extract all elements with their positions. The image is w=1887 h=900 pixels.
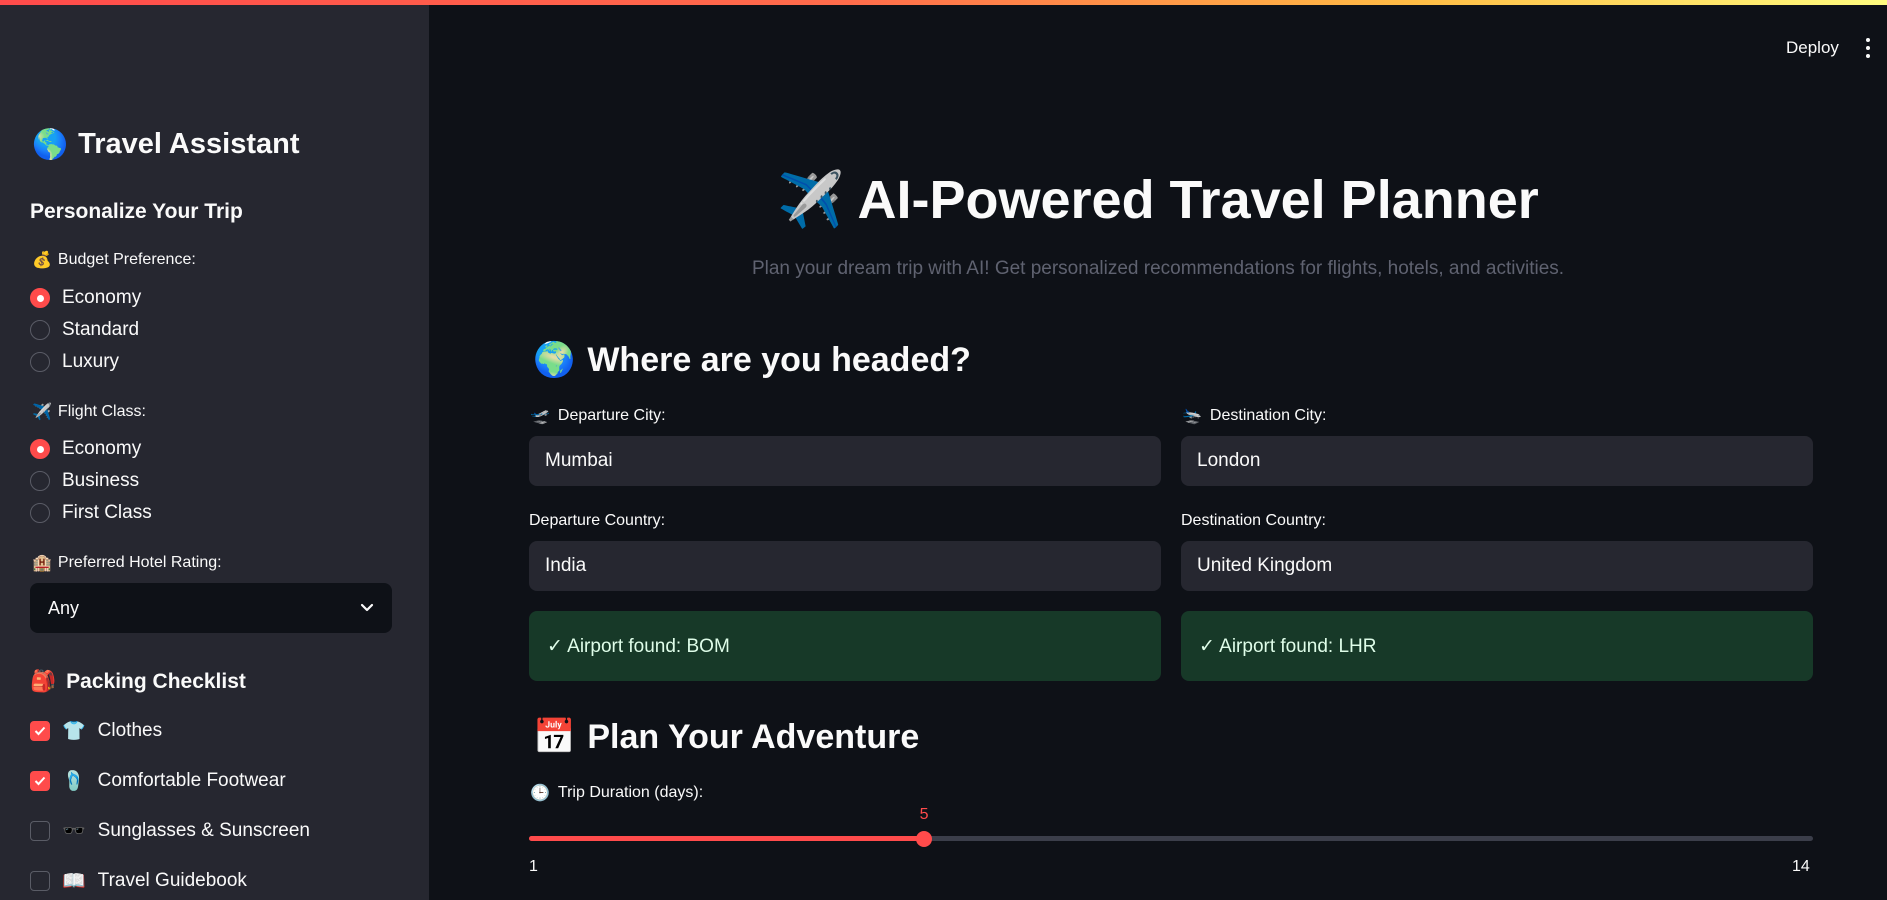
budget-option-economy[interactable]: Economy [30, 287, 141, 309]
checkbox-label: Comfortable Footwear [97, 769, 286, 791]
flight-class-label-text: Flight Class: [57, 402, 146, 420]
packing-item-sunglasses[interactable]: 🕶️ Sunglasses & Sunscreen [30, 819, 310, 842]
page-subtitle: Plan your dream trip with AI! Get person… [751, 258, 1565, 279]
budget-option-standard[interactable]: Standard [30, 319, 139, 341]
hotel-rating-label: 🏨 Preferred Hotel Rating: [32, 553, 222, 572]
radio-icon[interactable] [30, 352, 50, 372]
radio-icon[interactable] [30, 471, 50, 491]
radio-label: Economy [62, 287, 142, 308]
radio-icon[interactable] [30, 503, 50, 523]
flight-option-first-class[interactable]: First Class [30, 502, 152, 524]
packing-item-guidebook[interactable]: 📖 Travel Guidebook [30, 869, 247, 892]
main-menu-icon[interactable] [1865, 38, 1871, 58]
shirt-icon: 👕 [62, 720, 86, 742]
page-title-text: AI-Powered Travel Planner [857, 170, 1539, 230]
sunglasses-icon: 🕶️ [62, 820, 86, 842]
plan-heading-text: Plan Your Adventure [587, 717, 920, 756]
radio-label: First Class [62, 502, 152, 523]
page-title: ✈️ AI-Powered Travel Planner [429, 168, 1887, 232]
flight-option-economy[interactable]: Economy [30, 438, 141, 460]
budget-option-luxury[interactable]: Luxury [30, 351, 119, 373]
departure-city-label-text: Departure City: [557, 406, 666, 424]
radio-selected-icon[interactable] [30, 288, 50, 308]
radio-label: Economy [62, 438, 142, 459]
globe-icon: 🌎 [32, 127, 69, 161]
sandal-icon: 🩴 [62, 770, 86, 792]
checkbox-label: Clothes [97, 719, 163, 741]
packing-item-footwear[interactable]: 🩴 Comfortable Footwear [30, 769, 286, 792]
arrival-plane-icon: 🛬 [1182, 406, 1202, 425]
checkbox-label: Sunglasses & Sunscreen [97, 819, 310, 841]
departure-airport-status: ✓ Airport found: BOM [529, 611, 1161, 681]
deploy-button[interactable]: Deploy [1786, 38, 1839, 58]
radio-icon[interactable] [30, 320, 50, 340]
checkbox-unchecked[interactable] [30, 820, 50, 841]
check-icon [34, 776, 46, 785]
departure-plane-icon: 🛫 [530, 406, 550, 425]
destination-airport-status: ✓ Airport found: LHR [1181, 611, 1813, 681]
where-heading: 🌍 Where are you headed? [533, 340, 971, 380]
budget-label: 💰 Budget Preference: [32, 250, 196, 269]
plan-heading: 📅 Plan Your Adventure [533, 717, 919, 757]
book-icon: 📖 [62, 870, 86, 892]
radio-label: Standard [62, 319, 140, 340]
checkbox-checked[interactable] [30, 770, 50, 791]
personalize-heading: Personalize Your Trip [30, 200, 243, 223]
hotel-rating-value: Any [48, 597, 80, 618]
flight-option-business[interactable]: Business [30, 470, 139, 492]
destination-city-input[interactable]: London [1181, 436, 1813, 486]
departure-city-input[interactable]: Mumbai [529, 436, 1161, 486]
packing-heading-text: Packing Checklist [66, 669, 246, 693]
departure-country-input[interactable]: India [529, 541, 1161, 591]
hotel-rating-select[interactable]: Any [30, 583, 392, 633]
destination-city-label-text: Destination City: [1209, 406, 1327, 424]
globe-icon: 🌍 [533, 340, 576, 380]
sidebar-title-text: Travel Assistant [78, 128, 300, 160]
airplane-icon: ✈️ [777, 168, 845, 231]
radio-label: Business [62, 470, 140, 491]
destination-country-input[interactable]: United Kingdom [1181, 541, 1813, 591]
chevron-down-icon [360, 603, 374, 612]
packing-heading: 🎒 Packing Checklist [30, 669, 246, 694]
flight-class-label: ✈️ Flight Class: [32, 402, 146, 421]
packing-item-clothes[interactable]: 👕 Clothes [30, 719, 162, 742]
duration-slider-handle[interactable] [916, 831, 933, 847]
backpack-icon: 🎒 [30, 669, 57, 693]
budget-label-text: Budget Preference: [57, 250, 196, 268]
clock-icon: 🕒 [530, 783, 550, 802]
departure-city-label: 🛫 Departure City: [530, 406, 666, 425]
departure-country-label: Departure Country: [529, 512, 666, 529]
where-heading-text: Where are you headed? [587, 340, 971, 379]
sidebar-title: 🌎 Travel Assistant [32, 127, 299, 162]
duration-slider-min: 1 [529, 858, 538, 875]
radio-selected-icon[interactable] [30, 439, 50, 459]
destination-city-label: 🛬 Destination City: [1182, 406, 1326, 425]
radio-label: Luxury [62, 351, 120, 372]
money-bag-icon: 💰 [32, 250, 52, 269]
checkbox-label: Travel Guidebook [97, 869, 247, 891]
duration-slider-value: 5 [919, 806, 929, 823]
checkbox-unchecked[interactable] [30, 870, 50, 891]
destination-country-label: Destination Country: [1181, 512, 1326, 529]
trip-duration-label-text: Trip Duration (days): [557, 783, 704, 801]
duration-slider-max: 14 [1792, 858, 1810, 875]
checkbox-checked[interactable] [30, 720, 50, 741]
hotel-rating-label-text: Preferred Hotel Rating: [57, 553, 222, 571]
calendar-icon: 📅 [533, 717, 576, 757]
duration-slider-fill [529, 836, 925, 841]
check-icon [34, 726, 46, 735]
airplane-icon: ✈️ [32, 402, 52, 421]
trip-duration-label: 🕒 Trip Duration (days): [530, 783, 703, 802]
hotel-icon: 🏨 [32, 553, 52, 572]
sidebar: 🌎 Travel Assistant Personalize Your Trip… [0, 5, 429, 900]
